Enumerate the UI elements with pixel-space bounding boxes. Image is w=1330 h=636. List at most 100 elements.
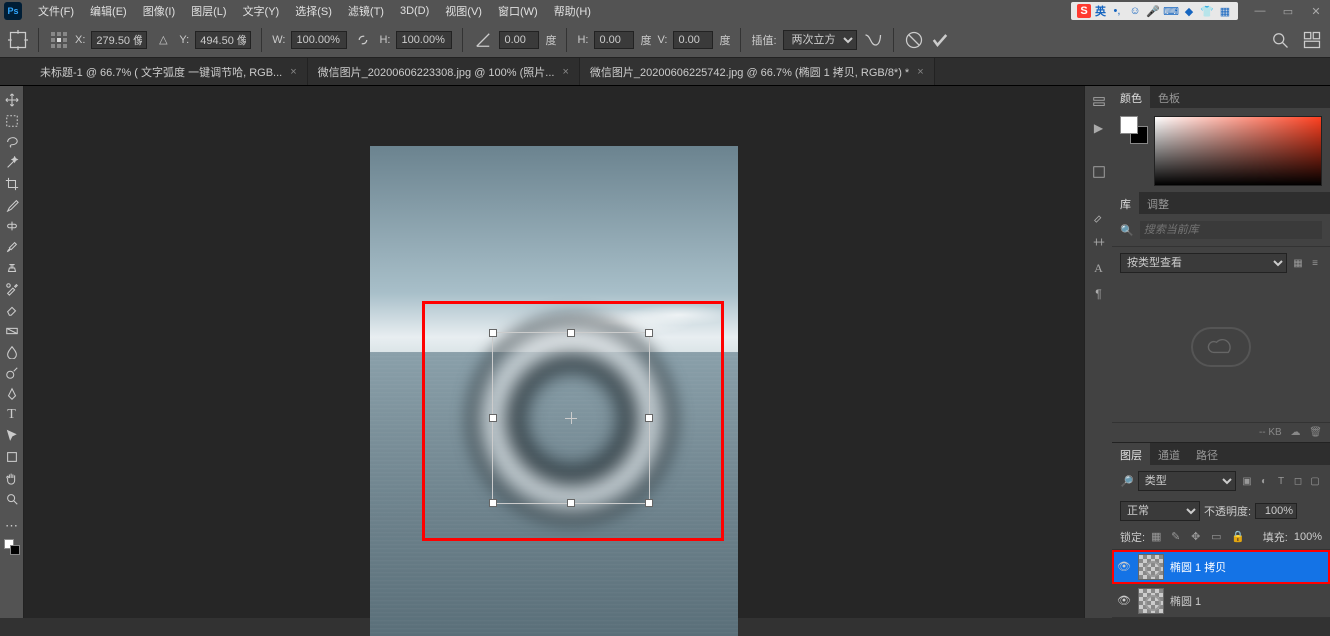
visibility-toggle-icon[interactable]: 👁: [1116, 560, 1132, 573]
layer-kind-filter[interactable]: 类型: [1138, 471, 1236, 491]
trash-icon[interactable]: 🗑: [1309, 427, 1322, 438]
paragraph-panel-icon[interactable]: ¶: [1089, 284, 1109, 304]
crop-tool[interactable]: [1, 174, 23, 194]
transform-handle-tr[interactable]: [645, 329, 653, 337]
lasso-tool[interactable]: [1, 132, 23, 152]
magic-wand-tool[interactable]: [1, 153, 23, 173]
filter-type-icon[interactable]: T: [1274, 474, 1288, 488]
transform-handle-mr[interactable]: [645, 414, 653, 422]
lock-all-icon[interactable]: 🔒: [1231, 530, 1245, 544]
hand-tool[interactable]: [1, 468, 23, 488]
commit-transform-icon[interactable]: [930, 30, 950, 50]
transform-handle-tm[interactable]: [567, 329, 575, 337]
tab-close-icon[interactable]: ×: [562, 66, 568, 78]
h-input[interactable]: [396, 31, 452, 49]
layer-thumbnail[interactable]: [1138, 588, 1164, 614]
character-panel-icon[interactable]: A: [1089, 258, 1109, 278]
edit-toolbar-icon[interactable]: ⋯: [1, 516, 23, 536]
move-tool[interactable]: [1, 90, 23, 110]
brush-settings-panel-icon[interactable]: [1089, 232, 1109, 252]
history-panel-icon[interactable]: [1089, 92, 1109, 112]
filter-pixel-icon[interactable]: ▣: [1240, 474, 1254, 488]
type-tool[interactable]: T: [1, 405, 23, 425]
dodge-tool[interactable]: [1, 363, 23, 383]
transform-handle-ml[interactable]: [489, 414, 497, 422]
library-search-input[interactable]: [1140, 221, 1322, 239]
interp-select[interactable]: 两次立方: [783, 30, 857, 50]
menu-image[interactable]: 图像(I): [135, 0, 183, 22]
tab-close-icon[interactable]: ×: [917, 66, 923, 78]
reference-point-icon[interactable]: [49, 30, 69, 50]
y-input[interactable]: [195, 31, 251, 49]
fg-bg-color-swatch[interactable]: [1120, 116, 1148, 144]
document-tab-1[interactable]: 未标题-1 @ 66.7% ( 文字弧度 一键调节哈, RGB... ×: [30, 58, 308, 85]
lock-pixels-icon[interactable]: ✎: [1171, 530, 1185, 544]
foreground-background-swatch[interactable]: [1, 537, 23, 557]
menu-edit[interactable]: 编辑(E): [82, 0, 135, 22]
blend-mode-select[interactable]: 正常: [1120, 501, 1200, 521]
transform-handle-tl[interactable]: [489, 329, 497, 337]
healing-brush-tool[interactable]: [1, 216, 23, 236]
actions-panel-icon[interactable]: ▶: [1089, 118, 1109, 138]
visibility-toggle-icon[interactable]: 👁: [1116, 594, 1132, 607]
transform-handle-bm[interactable]: [567, 499, 575, 507]
gradient-tool[interactable]: [1, 321, 23, 341]
menu-window[interactable]: 窗口(W): [490, 0, 546, 22]
ime-bar[interactable]: S 英 •, ☺ 🎤 ⌨ ◆ 👕 ▦: [1071, 2, 1238, 20]
swatches-panel-tab[interactable]: 色板: [1150, 86, 1188, 108]
filter-shape-icon[interactable]: ◻: [1291, 474, 1305, 488]
libraries-panel-tab[interactable]: 库: [1112, 192, 1139, 214]
canvas-area[interactable]: [24, 86, 1084, 618]
properties-panel-icon[interactable]: [1089, 162, 1109, 182]
w-input[interactable]: [291, 31, 347, 49]
filter-smart-icon[interactable]: ▢: [1308, 474, 1322, 488]
window-close[interactable]: ✕: [1302, 0, 1330, 22]
channels-panel-tab[interactable]: 通道: [1150, 443, 1188, 465]
shape-tool[interactable]: [1, 447, 23, 467]
eyedropper-tool[interactable]: [1, 195, 23, 215]
cancel-transform-icon[interactable]: [904, 30, 924, 50]
filter-adjust-icon[interactable]: ◐: [1257, 474, 1271, 488]
delta-icon[interactable]: △: [153, 30, 173, 50]
history-brush-tool[interactable]: [1, 279, 23, 299]
grid-view-icon[interactable]: ▦: [1291, 256, 1305, 270]
menu-filter[interactable]: 滤镜(T): [340, 0, 392, 22]
clone-stamp-tool[interactable]: [1, 258, 23, 278]
document-tab-3[interactable]: 微信图片_20200606225742.jpg @ 66.7% (椭圆 1 拷贝…: [580, 58, 935, 85]
list-view-icon[interactable]: ≡: [1308, 256, 1322, 270]
layers-panel-tab[interactable]: 图层: [1112, 443, 1150, 465]
angle-input[interactable]: [499, 31, 539, 49]
skew-h-input[interactable]: [594, 31, 634, 49]
layer-thumbnail[interactable]: [1138, 554, 1164, 580]
x-input[interactable]: [91, 31, 147, 49]
menu-file[interactable]: 文件(F): [30, 0, 82, 22]
eraser-tool[interactable]: [1, 300, 23, 320]
marquee-tool[interactable]: [1, 111, 23, 131]
menu-select[interactable]: 选择(S): [287, 0, 340, 22]
lock-transparency-icon[interactable]: ▦: [1151, 530, 1165, 544]
menu-help[interactable]: 帮助(H): [546, 0, 599, 22]
path-selection-tool[interactable]: [1, 426, 23, 446]
transform-handle-br[interactable]: [645, 499, 653, 507]
paths-panel-tab[interactable]: 路径: [1188, 443, 1226, 465]
layer-row[interactable]: 👁 椭圆 1: [1112, 584, 1330, 618]
menu-3d[interactable]: 3D(D): [392, 2, 437, 20]
menu-layer[interactable]: 图层(L): [183, 0, 234, 22]
color-picker-field[interactable]: [1154, 116, 1322, 186]
zoom-tool[interactable]: [1, 489, 23, 509]
link-icon[interactable]: [353, 30, 373, 50]
window-restore[interactable]: ▭: [1274, 0, 1302, 22]
tab-close-icon[interactable]: ×: [290, 66, 296, 78]
layer-row[interactable]: 👁 椭圆 1 拷贝: [1112, 550, 1330, 584]
window-minimize[interactable]: —: [1246, 0, 1274, 22]
fill-value[interactable]: 100%: [1294, 531, 1322, 543]
pen-tool[interactable]: [1, 384, 23, 404]
menu-view[interactable]: 视图(V): [437, 0, 490, 22]
blur-tool[interactable]: [1, 342, 23, 362]
menu-type[interactable]: 文字(Y): [235, 0, 288, 22]
color-panel-tab[interactable]: 颜色: [1112, 86, 1150, 108]
library-filter-select[interactable]: 按类型查看: [1120, 253, 1287, 273]
lock-artboard-icon[interactable]: ▭: [1211, 530, 1225, 544]
warp-icon[interactable]: [863, 30, 883, 50]
search-icon[interactable]: [1270, 30, 1290, 50]
